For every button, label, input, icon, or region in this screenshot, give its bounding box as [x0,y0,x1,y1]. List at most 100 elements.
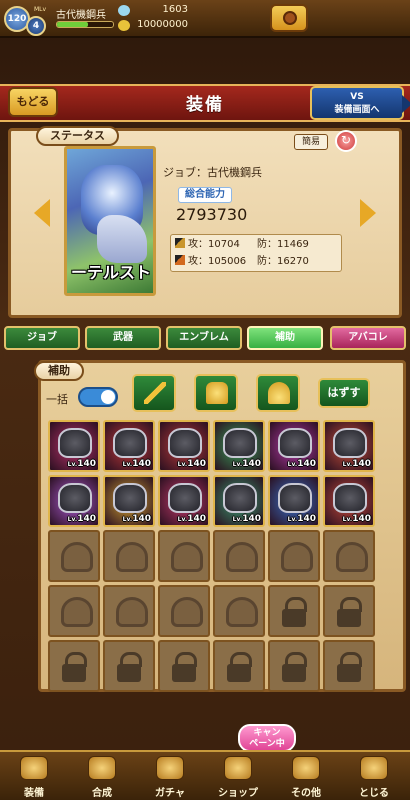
exp-bar [56,21,114,28]
next-character-arrow-icon[interactable] [360,199,376,227]
empty-slot-helmet-icon[interactable] [103,530,155,582]
item-level: Lv.140 [233,514,261,524]
nav-label: とじる [359,788,389,799]
equipment-slot-item[interactable]: Lv.140 [268,420,320,472]
filter-armor-button[interactable] [194,374,238,412]
equipment-item-icon [58,483,92,513]
physical-attack-icon [175,238,185,248]
top-bar: 120 MLv 4 古代機鋼兵 1603 10000000 [0,0,410,38]
tab-2[interactable]: エンブレム [166,326,242,350]
equipment-slot-item[interactable]: Lv.140 [103,475,155,527]
power-label: 総合能力 [178,187,232,203]
tab-0[interactable]: ジョブ [4,326,80,350]
equipment-item-icon [223,483,257,513]
magic-attack-icon [175,255,185,265]
equipment-item-icon [333,428,367,458]
equipment-section-label: 補助 [34,361,84,381]
item-level-prefix: Lv. [232,461,243,468]
equipment-slot-item[interactable]: Lv.140 [323,475,375,527]
equipment-item-icon [58,428,92,458]
equipment-slot-item[interactable]: Lv.140 [103,420,155,472]
empty-slot-helmet-icon[interactable] [213,530,265,582]
tab-3[interactable]: 補助 [247,326,323,350]
gold-counter: 10000000 [118,19,188,33]
item-level: Lv.140 [288,514,316,524]
sword-icon [144,382,166,404]
level-badge: 120 MLv 4 [4,4,48,36]
bulk-toggle[interactable] [78,387,118,407]
gem-icon [118,5,130,16]
tab-1[interactable]: 武器 [85,326,161,350]
locked-slot-lock-icon [158,640,210,692]
nav-label: ガチャ [155,788,185,799]
tab-4[interactable]: アバコレ [330,326,406,350]
bulk-toggle-label: 一括 [46,393,68,406]
equipment-item-icon [333,483,367,513]
equipment-item-icon [223,428,257,458]
gem-count: 1603 [162,4,188,15]
equipment-slot-item[interactable]: Lv.140 [158,420,210,472]
empty-slot-helmet-icon[interactable] [48,585,100,637]
gear-icon [292,756,320,780]
locked-slot-lock-icon [213,640,265,692]
equipment-item-icon [168,428,202,458]
equipment-slot-item[interactable]: Lv.140 [48,475,100,527]
magic-stats: 攻：105006 防：16270 [175,254,309,270]
item-level: Lv.140 [123,514,151,524]
profile-button[interactable] [270,4,308,32]
gold-icon [118,20,130,31]
simple-view-button[interactable]: 簡易 [294,134,328,150]
equipment-slot-item[interactable]: Lv.140 [268,475,320,527]
remove-button[interactable]: はずす [318,378,370,408]
filter-weapon-button[interactable] [132,374,176,412]
toggle-knob [101,390,115,404]
back-button[interactable]: もどる [8,87,58,117]
campaign-badge[interactable]: キャン ペーン中 [238,724,296,752]
character-card[interactable]: ーテルスト [64,146,156,296]
nav-label: 装備 [24,788,44,799]
job-line: ジョブ：古代機鋼兵 [163,166,262,179]
equipment-slot-item[interactable]: Lv.140 [323,420,375,472]
empty-slot-helmet-icon[interactable] [48,530,100,582]
nav-item-5[interactable]: とじる [340,752,408,800]
equipment-slot-item[interactable]: Lv.140 [158,475,210,527]
empty-slot-helmet-icon[interactable] [213,585,265,637]
power-value: 2793730 [176,205,248,224]
gold-count: 10000000 [137,19,188,30]
equipment-slot-item[interactable]: Lv.140 [213,475,265,527]
nav-item-1[interactable]: 合成 [68,752,136,800]
item-level: Lv.140 [68,459,96,469]
locked-slot-lock-icon [103,640,155,692]
nav-label: 合成 [92,788,112,799]
empty-slot-helmet-icon[interactable] [323,530,375,582]
empty-slot-helmet-icon[interactable] [268,530,320,582]
item-level: Lv.140 [178,514,206,524]
stat-box: 攻：10704 防：11469 攻：105006 防：16270 [170,234,342,272]
item-level-prefix: Lv. [342,516,353,523]
item-level-prefix: Lv. [122,461,133,468]
master-level: 4 [26,16,46,36]
nav-label: ショップ [218,788,258,799]
empty-slot-helmet-icon[interactable] [158,530,210,582]
equipment-item-icon [168,483,202,513]
bottom-nav: 装備 合成 ガチャ ショップ その他 とじる [0,750,410,800]
item-level-prefix: Lv. [232,516,243,523]
equipment-slot-item[interactable]: Lv.140 [48,420,100,472]
prev-character-arrow-icon[interactable] [34,199,50,227]
item-level-value: 140 [352,514,371,524]
nav-item-4[interactable]: その他 [272,752,340,800]
nav-item-3[interactable]: ショップ [204,752,272,800]
item-level-value: 140 [352,459,371,469]
refresh-icon[interactable]: ↻ [335,130,357,152]
nav-item-0[interactable]: 装備 [0,752,68,800]
empty-slot-helmet-icon[interactable] [158,585,210,637]
item-level-prefix: Lv. [122,516,133,523]
filter-helmet-button[interactable] [256,374,300,412]
vs-label: VS [350,92,364,102]
item-level-value: 140 [187,514,206,524]
nav-item-2[interactable]: ガチャ [136,752,204,800]
equipment-slot-item[interactable]: Lv.140 [213,420,265,472]
vs-equipment-button[interactable]: VS 装備画面へ [310,86,410,120]
empty-slot-helmet-icon[interactable] [103,585,155,637]
item-level: Lv.140 [343,514,371,524]
